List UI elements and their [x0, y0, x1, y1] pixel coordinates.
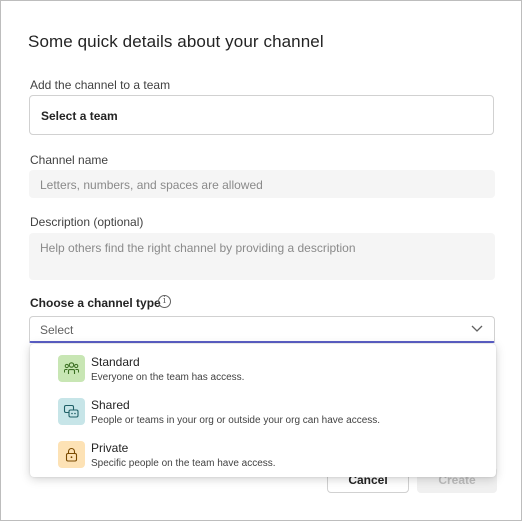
option-standard-description: Everyone on the team has access. [91, 372, 245, 383]
shared-chat-icon [58, 398, 85, 425]
option-shared[interactable]: Shared People or teams in your org or ou… [30, 387, 496, 430]
option-shared-name: Shared [91, 398, 130, 412]
description-placeholder: Help others find the right channel by pr… [40, 241, 356, 255]
team-select-value: Select a team [41, 109, 118, 123]
option-private-name: Private [91, 441, 129, 455]
option-private[interactable]: Private Specific people on the team have… [30, 430, 496, 473]
create-channel-dialog: Some quick details about your channel Ad… [0, 0, 522, 521]
channel-type-dropdown: Standard Everyone on the team has access… [30, 344, 496, 477]
team-label: Add the channel to a team [30, 78, 171, 92]
channel-name-label: Channel name [30, 153, 109, 167]
description-input[interactable]: Help others find the right channel by pr… [29, 233, 495, 280]
info-icon[interactable]: i [158, 295, 171, 308]
chevron-down-icon [471, 325, 483, 332]
description-label: Description (optional) [30, 215, 144, 229]
channel-type-select-value: Select [40, 323, 74, 337]
option-private-description: Specific people on the team have access. [91, 458, 276, 469]
channel-name-input[interactable]: Letters, numbers, and spaces are allowed [29, 170, 495, 198]
people-icon [58, 355, 85, 382]
lock-icon [58, 441, 85, 468]
team-select[interactable]: Select a team [29, 95, 494, 135]
dialog-title: Some quick details about your channel [28, 32, 324, 51]
option-shared-description: People or teams in your org or outside y… [91, 415, 381, 426]
channel-name-placeholder: Letters, numbers, and spaces are allowed [40, 178, 263, 192]
channel-type-select[interactable]: Select [29, 316, 495, 343]
option-standard[interactable]: Standard Everyone on the team has access… [30, 344, 496, 387]
option-standard-name: Standard [91, 355, 140, 369]
channel-type-label: Choose a channel type [30, 296, 161, 310]
